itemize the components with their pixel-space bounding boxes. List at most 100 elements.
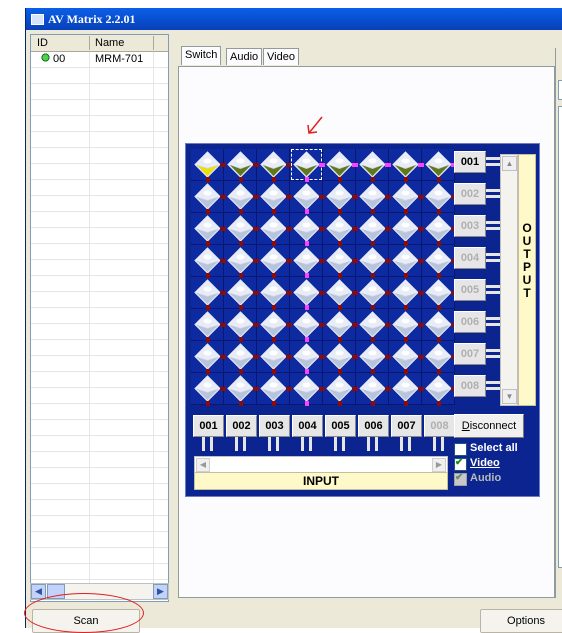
scroll-left-icon[interactable]: ◀ xyxy=(196,458,210,472)
crosspoint-node[interactable] xyxy=(194,279,221,306)
crosspoint-node[interactable] xyxy=(392,215,419,242)
input-button-007[interactable]: 007 xyxy=(391,415,422,437)
video-checkbox[interactable]: Video xyxy=(454,457,539,471)
crosspoint-node[interactable] xyxy=(194,151,221,178)
input-button-003[interactable]: 003 xyxy=(259,415,290,437)
crosspoint-node[interactable] xyxy=(194,343,221,370)
crosspoint-node[interactable] xyxy=(425,375,452,402)
input-button-005[interactable]: 005 xyxy=(325,415,356,437)
crosspoint-node[interactable] xyxy=(392,151,419,178)
crosspoint-node[interactable] xyxy=(326,183,353,210)
crosspoint-node[interactable] xyxy=(392,311,419,338)
crosspoint-node[interactable] xyxy=(260,279,287,306)
crosspoint-node[interactable] xyxy=(260,215,287,242)
scroll-up-icon[interactable]: ▲ xyxy=(502,156,517,171)
crosspoint-node[interactable] xyxy=(227,247,254,274)
crosspoint-node[interactable] xyxy=(194,311,221,338)
scroll-down-icon[interactable]: ▼ xyxy=(502,389,517,404)
crosspoint-node[interactable] xyxy=(425,215,452,242)
crosspoint-node[interactable] xyxy=(326,247,353,274)
column-header-name[interactable]: Name xyxy=(95,37,124,49)
crosspoint-node[interactable] xyxy=(260,375,287,402)
crosspoint-node[interactable] xyxy=(194,215,221,242)
crosspoint-node[interactable] xyxy=(194,247,221,274)
crosspoint-node[interactable] xyxy=(194,375,221,402)
crosspoint-node[interactable] xyxy=(425,311,452,338)
crosspoint-node[interactable] xyxy=(293,183,320,210)
crosspoint-node[interactable] xyxy=(326,151,353,178)
device-row[interactable]: 00 MRM-701 xyxy=(31,52,168,67)
crosspoint-node[interactable] xyxy=(425,279,452,306)
crosspoint-node[interactable] xyxy=(359,311,386,338)
checkbox-box[interactable] xyxy=(454,457,467,471)
crosspoint-node[interactable] xyxy=(227,215,254,242)
input-button-004[interactable]: 004 xyxy=(292,415,323,437)
input-button-001[interactable]: 001 xyxy=(193,415,224,437)
crosspoint-node[interactable] xyxy=(392,247,419,274)
output-button-004[interactable]: 004 xyxy=(454,247,502,269)
crosspoint-node[interactable] xyxy=(227,375,254,402)
crosspoint-node[interactable] xyxy=(227,279,254,306)
crosspoint-node[interactable] xyxy=(425,151,452,178)
select-all-checkbox[interactable]: Select all xyxy=(454,442,539,456)
crosspoint-node[interactable] xyxy=(392,183,419,210)
crosspoint-node[interactable] xyxy=(359,183,386,210)
crosspoint-node[interactable] xyxy=(359,151,386,178)
crosspoint-node[interactable] xyxy=(293,311,320,338)
crosspoint-node[interactable] xyxy=(293,343,320,370)
crosspoint-node[interactable] xyxy=(293,375,320,402)
crosspoint-node[interactable] xyxy=(260,343,287,370)
output-button-008[interactable]: 008 xyxy=(454,375,502,397)
crosspoint-node[interactable] xyxy=(260,183,287,210)
options-button[interactable]: Options xyxy=(480,609,562,633)
crosspoint-node[interactable] xyxy=(326,279,353,306)
crosspoint-node[interactable] xyxy=(425,343,452,370)
crosspoint-node[interactable] xyxy=(260,247,287,274)
output-button-001[interactable]: 001 xyxy=(454,151,502,173)
scroll-right-icon[interactable]: ▶ xyxy=(432,458,446,472)
crosspoint-node[interactable] xyxy=(359,279,386,306)
disconnect-button[interactable]: Disconnect xyxy=(454,414,524,438)
crosspoint-node[interactable] xyxy=(326,375,353,402)
output-button-005[interactable]: 005 xyxy=(454,279,502,301)
output-button-006[interactable]: 006 xyxy=(454,311,502,333)
tab-video[interactable]: Video xyxy=(263,48,299,65)
input-button-002[interactable]: 002 xyxy=(226,415,257,437)
crosspoint-node[interactable] xyxy=(425,183,452,210)
scroll-left-icon[interactable]: ◀ xyxy=(31,584,46,599)
crosspoint-node[interactable] xyxy=(227,151,254,178)
device-list[interactable]: ID Name 00 MRM-701 xyxy=(30,34,169,602)
output-button-003[interactable]: 003 xyxy=(454,215,502,237)
crosspoint-node[interactable] xyxy=(293,215,320,242)
crosspoint-node[interactable] xyxy=(227,183,254,210)
column-header-id[interactable]: ID xyxy=(37,37,48,49)
crosspoint-node[interactable] xyxy=(293,279,320,306)
crosspoint-node[interactable] xyxy=(359,375,386,402)
crosspoint-node[interactable] xyxy=(326,311,353,338)
tab-audio[interactable]: Audio xyxy=(226,48,263,65)
input-scrollbar[interactable]: ◀ ▶ xyxy=(194,456,448,473)
crosspoint-node[interactable] xyxy=(326,343,353,370)
crosspoint-node[interactable] xyxy=(359,247,386,274)
crosspoint-node[interactable] xyxy=(425,247,452,274)
crosspoint-node[interactable] xyxy=(359,215,386,242)
input-button-008[interactable]: 008 xyxy=(424,415,455,437)
crosspoint-node[interactable] xyxy=(326,215,353,242)
input-button-006[interactable]: 006 xyxy=(358,415,389,437)
crosspoint-node[interactable] xyxy=(392,343,419,370)
crosspoint-node[interactable] xyxy=(293,247,320,274)
output-scrollbar[interactable]: ▲ ▼ xyxy=(500,154,518,406)
crosspoint-node[interactable] xyxy=(260,151,287,178)
crosspoint-node[interactable] xyxy=(392,375,419,402)
crosspoint-node[interactable] xyxy=(194,183,221,210)
output-button-002[interactable]: 002 xyxy=(454,183,502,205)
scroll-right-icon[interactable]: ▶ xyxy=(153,584,168,599)
crosspoint-node[interactable] xyxy=(227,343,254,370)
output-button-007[interactable]: 007 xyxy=(454,343,502,365)
tab-switch[interactable]: Switch xyxy=(181,46,222,65)
crosspoint-node[interactable] xyxy=(359,343,386,370)
crosspoint-node[interactable] xyxy=(260,311,287,338)
crosspoint-node[interactable] xyxy=(392,279,419,306)
checkbox-box[interactable] xyxy=(454,443,467,456)
crosspoint-node[interactable] xyxy=(227,311,254,338)
